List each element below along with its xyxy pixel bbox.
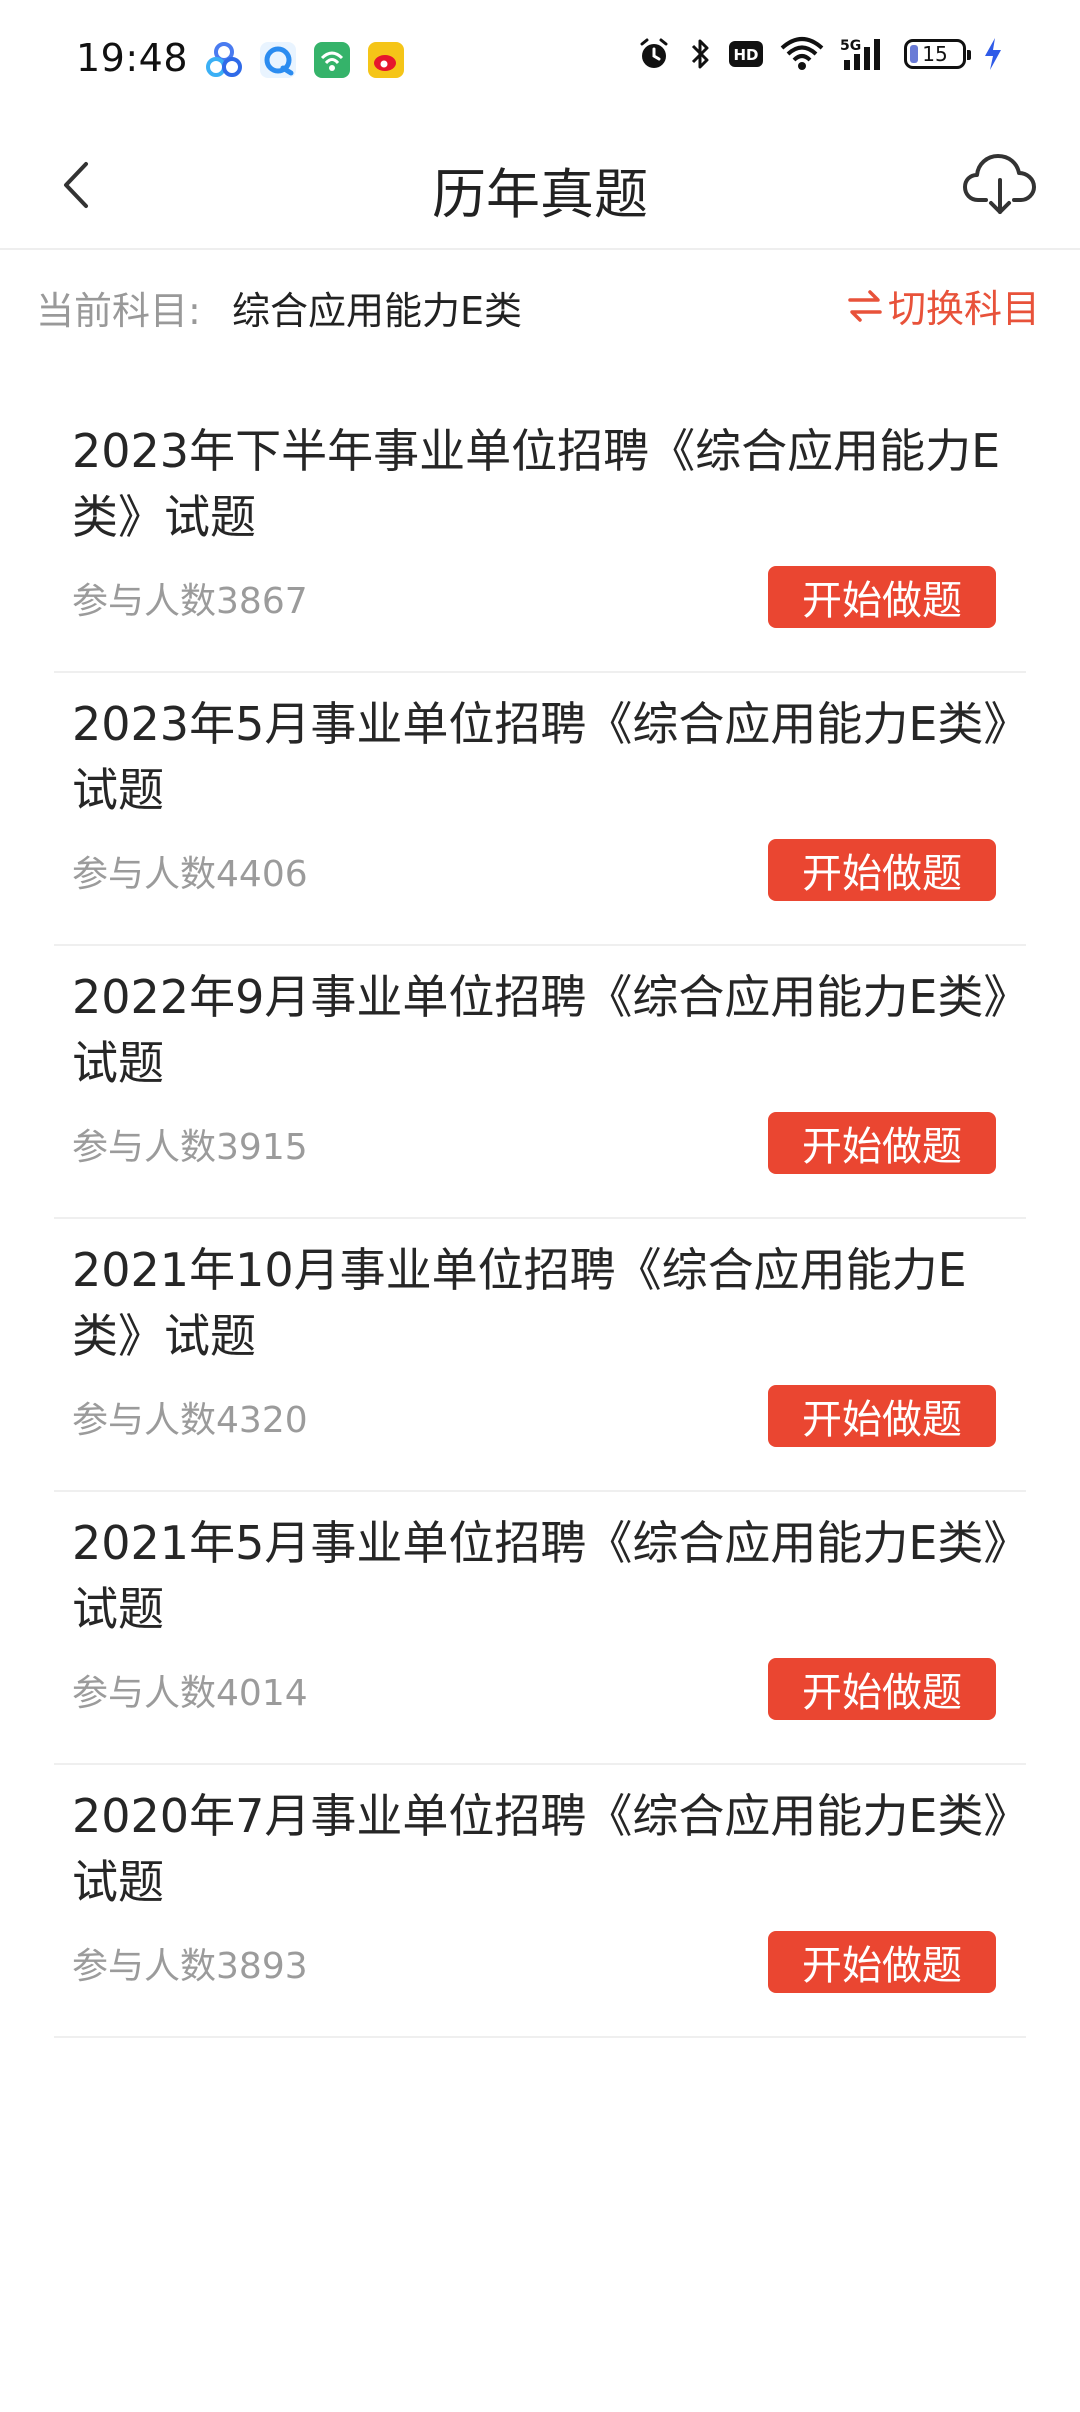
alarm-icon [640,38,668,68]
list-item[interactable]: 2020年7月事业单位招聘《综合应用能力E类》试题 参与人数3893 开始做题 [54,1765,1029,2038]
browser-app-icon [260,42,296,78]
svg-text:HD: HD [733,46,758,64]
participant-count: 参与人数3915 [72,1118,308,1170]
participant-count: 参与人数4406 [72,845,308,897]
participant-count-label: 参与人数 [72,1673,217,1714]
list-item[interactable]: 2021年5月事业单位招聘《综合应用能力E类》试题 参与人数4014 开始做题 [54,1492,1029,1765]
participant-count-label: 参与人数 [72,1127,217,1168]
participant-count-label: 参与人数 [72,854,217,895]
list-item[interactable]: 2023年下半年事业单位招聘《综合应用能力E类》试题 参与人数3867 开始做题 [54,400,1026,673]
battery-level: 15 [922,42,948,66]
switch-subject-label: 切换科目 [887,287,1040,331]
wifi-icon [780,37,824,70]
list-item[interactable]: 2022年9月事业单位招聘《综合应用能力E类》试题 参与人数3915 开始做题 [54,946,1029,1219]
weibo-app-icon [368,42,404,78]
app-header: 历年真题 [0,120,1080,250]
signal-5g-icon: 5G [840,38,880,70]
page-title: 历年真题 [432,163,648,226]
participant-count: 参与人数3893 [72,1937,308,1989]
start-exam-button[interactable]: 开始做题 [768,839,996,901]
participant-count-value: 4014 [216,1673,308,1714]
svg-text:5G: 5G [840,38,861,54]
list-item[interactable]: 2023年5月事业单位招聘《综合应用能力E类》试题 参与人数4406 开始做题 [54,673,1029,946]
notification-icons [204,40,406,80]
participant-count-value: 4406 [216,854,308,895]
switch-subject-button[interactable]: 切换科目 [846,278,1040,333]
start-exam-button[interactable]: 开始做题 [768,566,996,628]
start-exam-button[interactable]: 开始做题 [768,1931,996,1993]
start-exam-button[interactable]: 开始做题 [768,1658,996,1720]
battery-icon: 15 [904,39,971,69]
swap-arrows-icon [848,289,882,322]
participant-count: 参与人数4014 [72,1664,308,1716]
exam-title: 2021年10月事业单位招聘《综合应用能力E类》试题 [72,1243,967,1363]
exam-title: 2023年5月事业单位招聘《综合应用能力E类》试题 [72,697,1030,817]
participant-count-label: 参与人数 [72,581,217,622]
start-exam-button[interactable]: 开始做题 [768,1385,996,1447]
exam-title: 2022年9月事业单位招聘《综合应用能力E类》试题 [72,970,1030,1090]
participant-count-label: 参与人数 [72,1400,217,1441]
subject-value: 综合应用能力E类 [232,289,523,333]
participant-count-value: 3893 [216,1946,308,1987]
wifi-app-icon [314,42,350,78]
list-item[interactable]: 2021年10月事业单位招聘《综合应用能力E类》试题 参与人数4320 开始做题 [54,1219,1026,1492]
bluetooth-icon [691,39,709,69]
status-time: 19:48 [76,36,189,80]
charging-icon [985,38,1001,70]
exam-title: 2021年5月事业单位招聘《综合应用能力E类》试题 [72,1516,1030,1636]
start-exam-button[interactable]: 开始做题 [768,1112,996,1174]
participant-count: 参与人数3867 [72,572,308,624]
cloud-download-icon [963,154,1036,214]
participant-count-value: 3915 [216,1127,308,1168]
exam-title: 2023年下半年事业单位招聘《综合应用能力E类》试题 [72,424,1001,544]
subject-bar: 当前科目: 综合应用能力E类 切换科目 [0,250,1080,360]
participant-count-label: 参与人数 [72,1946,217,1987]
subject-label: 当前科目: [36,289,201,333]
download-button[interactable] [960,144,1040,224]
hd-icon: HD [729,41,763,67]
baidu-app-icon [206,42,242,77]
participant-count-value: 3867 [216,581,308,622]
participant-count-value: 4320 [216,1400,308,1441]
status-bar: 19:48 HD 5G 15 [0,0,1080,120]
exam-title: 2020年7月事业单位招聘《综合应用能力E类》试题 [72,1789,1030,1909]
participant-count: 参与人数4320 [72,1391,308,1443]
system-icons: HD 5G 15 [636,36,1004,72]
exam-list: 2023年下半年事业单位招聘《综合应用能力E类》试题 参与人数3867 开始做题… [54,400,1029,2038]
